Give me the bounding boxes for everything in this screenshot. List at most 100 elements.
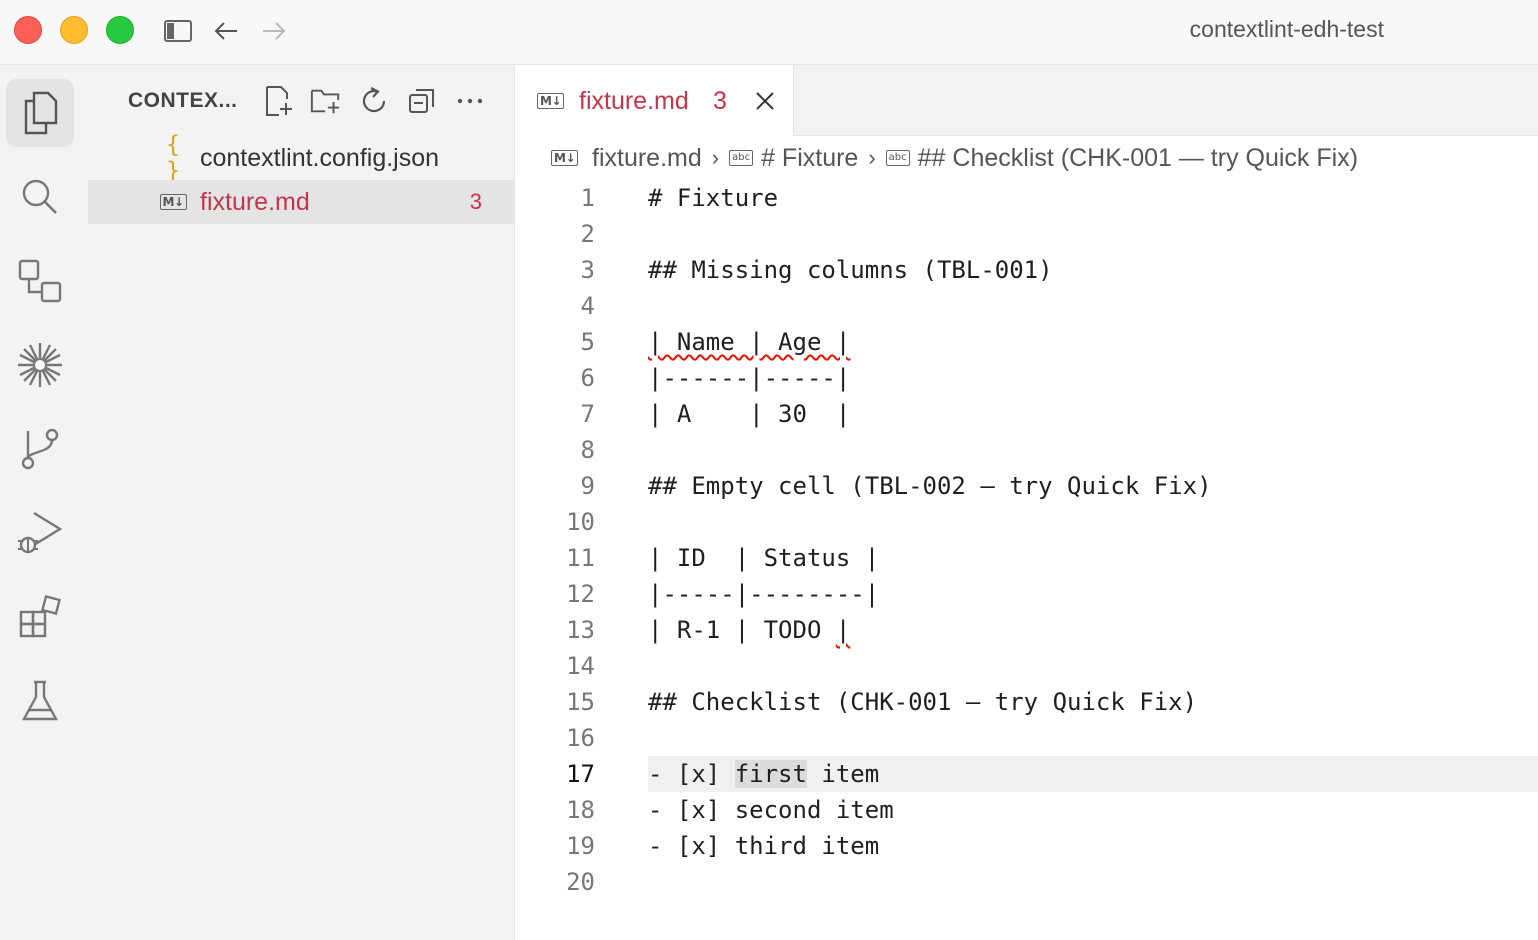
tab-problem-count: 3 [713, 87, 727, 115]
line-text-error: | Name | Age | [648, 328, 851, 356]
collapse-all-icon[interactable] [406, 85, 438, 117]
remote-explorer-icon[interactable] [6, 247, 74, 315]
editor-line: 9 ## Empty cell (TBL-002 — try Quick Fix… [515, 468, 1538, 504]
explorer-sidebar: CONTEX... { } contextlint.config.json M↓… [80, 65, 515, 940]
line-number: 16 [566, 724, 595, 752]
line-number: 8 [580, 436, 595, 464]
minimize-window-button[interactable] [60, 16, 88, 44]
word-highlight: first [734, 760, 807, 788]
refresh-icon[interactable] [358, 85, 390, 117]
line-text: ## Checklist (CHK-001 — try Quick Fix) [648, 688, 1198, 716]
search-icon[interactable] [6, 163, 74, 231]
editor-line: 20 [515, 864, 1538, 900]
new-file-icon[interactable] [264, 85, 296, 117]
line-text: - [x] third item [648, 832, 880, 860]
markdown-file-icon: M↓ [159, 194, 187, 210]
editor-line: 19 - [x] third item [515, 828, 1538, 864]
symbol-string-icon: abc [729, 150, 754, 166]
code-editor[interactable]: 1 # Fixture 2 3 ## Missing columns (TBL-… [515, 180, 1538, 940]
line-text: - [x] second item [648, 796, 894, 824]
editor-line: 14 [515, 648, 1538, 684]
activity-bar [0, 65, 80, 940]
forward-arrow-icon[interactable] [260, 18, 288, 44]
line-text: ## Missing columns (TBL-001) [648, 256, 1053, 284]
editor-line: 1 # Fixture [515, 180, 1538, 216]
editor-line: 7 | A | 30 | [515, 396, 1538, 432]
file-item-fixture-md[interactable]: M↓ fixture.md 3 [88, 180, 514, 224]
line-number: 9 [580, 472, 595, 500]
editor-line: 13 | R-1 | TODO | [515, 612, 1538, 648]
line-number: 12 [566, 580, 595, 608]
editor-line: 16 [515, 720, 1538, 756]
breadcrumb-file[interactable]: M↓ fixture.md [551, 144, 702, 173]
line-text: ## Empty cell (TBL-002 — try Quick Fix) [648, 472, 1212, 500]
json-file-icon: { } [166, 132, 180, 184]
toggle-sidebar-icon[interactable] [164, 18, 192, 44]
chevron-right-icon: › [711, 145, 720, 170]
editor-line: 5 | Name | Age | [515, 324, 1538, 360]
line-number: 20 [566, 868, 595, 896]
explorer-title: CONTEX... [128, 89, 238, 112]
line-number: 14 [566, 652, 595, 680]
more-actions-icon[interactable] [454, 85, 486, 117]
close-tab-icon[interactable] [751, 87, 779, 115]
line-text: - [x] first item [648, 760, 879, 788]
breadcrumb-section-checklist[interactable]: abc ## Checklist (CHK-001 — try Quick Fi… [885, 143, 1359, 173]
explorer-icon[interactable] [6, 79, 74, 147]
line-text-segment: | R-1 | TODO [648, 616, 836, 644]
breadcrumb: M↓ fixture.md › abc # Fixture › abc ## C… [515, 136, 1538, 180]
new-folder-icon[interactable] [310, 85, 342, 117]
line-number: 19 [566, 832, 595, 860]
editor-line: 6 |------|-----| [515, 360, 1538, 396]
markdown-file-icon: M↓ [537, 93, 564, 109]
source-control-icon[interactable] [6, 415, 74, 483]
breadcrumb-section-label: # Fixture [761, 143, 859, 172]
line-number: 18 [566, 796, 595, 824]
tab-label: fixture.md [579, 87, 689, 115]
window-title: contextlint-edh-test [1189, 16, 1384, 42]
editor-line: 11 | ID | Status | [515, 540, 1538, 576]
line-text: |-----|--------| [648, 580, 880, 608]
breadcrumb-section-label: ## Checklist (CHK-001 — try Quick Fix) [917, 143, 1359, 172]
problem-count-badge: 3 [469, 189, 482, 214]
editor-line: 15 ## Checklist (CHK-001 — try Quick Fix… [515, 684, 1538, 720]
editor-line: 2 [515, 216, 1538, 252]
extensions-icon[interactable] [6, 583, 74, 651]
back-arrow-icon[interactable] [212, 18, 240, 44]
line-text: # Fixture [648, 184, 779, 212]
symbol-string-icon: abc [885, 150, 910, 166]
editor-line-current: 17 - [x] first item [566, 756, 1538, 792]
run-debug-icon[interactable] [6, 499, 74, 567]
line-text: | R-1 | TODO | [648, 616, 850, 644]
line-number: 3 [580, 256, 595, 284]
line-number: 6 [580, 364, 595, 392]
maximize-window-button[interactable] [106, 16, 134, 44]
line-number: 11 [566, 544, 595, 572]
editor-line: 8 [515, 432, 1538, 468]
line-text-error: | [835, 616, 851, 644]
editor-line: 18 - [x] second item [515, 792, 1538, 828]
chevron-right-icon: › [868, 145, 876, 170]
editor-line: 3 ## Missing columns (TBL-001) [515, 252, 1538, 288]
markdown-file-icon-wrap: M↓ [158, 193, 188, 211]
line-number: 17 [566, 760, 595, 788]
tab-fixture-md[interactable]: M↓ fixture.md 3 [515, 65, 794, 136]
file-item-config-json[interactable]: { } contextlint.config.json [88, 132, 514, 184]
line-number: 10 [566, 508, 595, 536]
testing-icon[interactable] [6, 667, 74, 735]
line-number: 7 [580, 400, 595, 428]
line-number: 13 [566, 616, 595, 644]
breadcrumb-section-fixture[interactable]: abc # Fixture [729, 144, 858, 173]
editor-line: 10 [515, 504, 1538, 540]
file-name: contextlint.config.json [200, 143, 440, 172]
file-name: fixture.md [200, 187, 310, 216]
editor-line: 12 |-----|--------| [515, 576, 1538, 612]
line-text-segment: - [x] [648, 760, 735, 788]
line-number: 15 [566, 688, 595, 716]
editor-line: 4 [515, 288, 1538, 324]
spark-icon[interactable] [6, 331, 74, 399]
line-number: 5 [580, 328, 595, 356]
line-number: 4 [580, 292, 595, 320]
breadcrumb-file-label: fixture.md [592, 143, 702, 172]
close-window-button[interactable] [14, 16, 42, 44]
